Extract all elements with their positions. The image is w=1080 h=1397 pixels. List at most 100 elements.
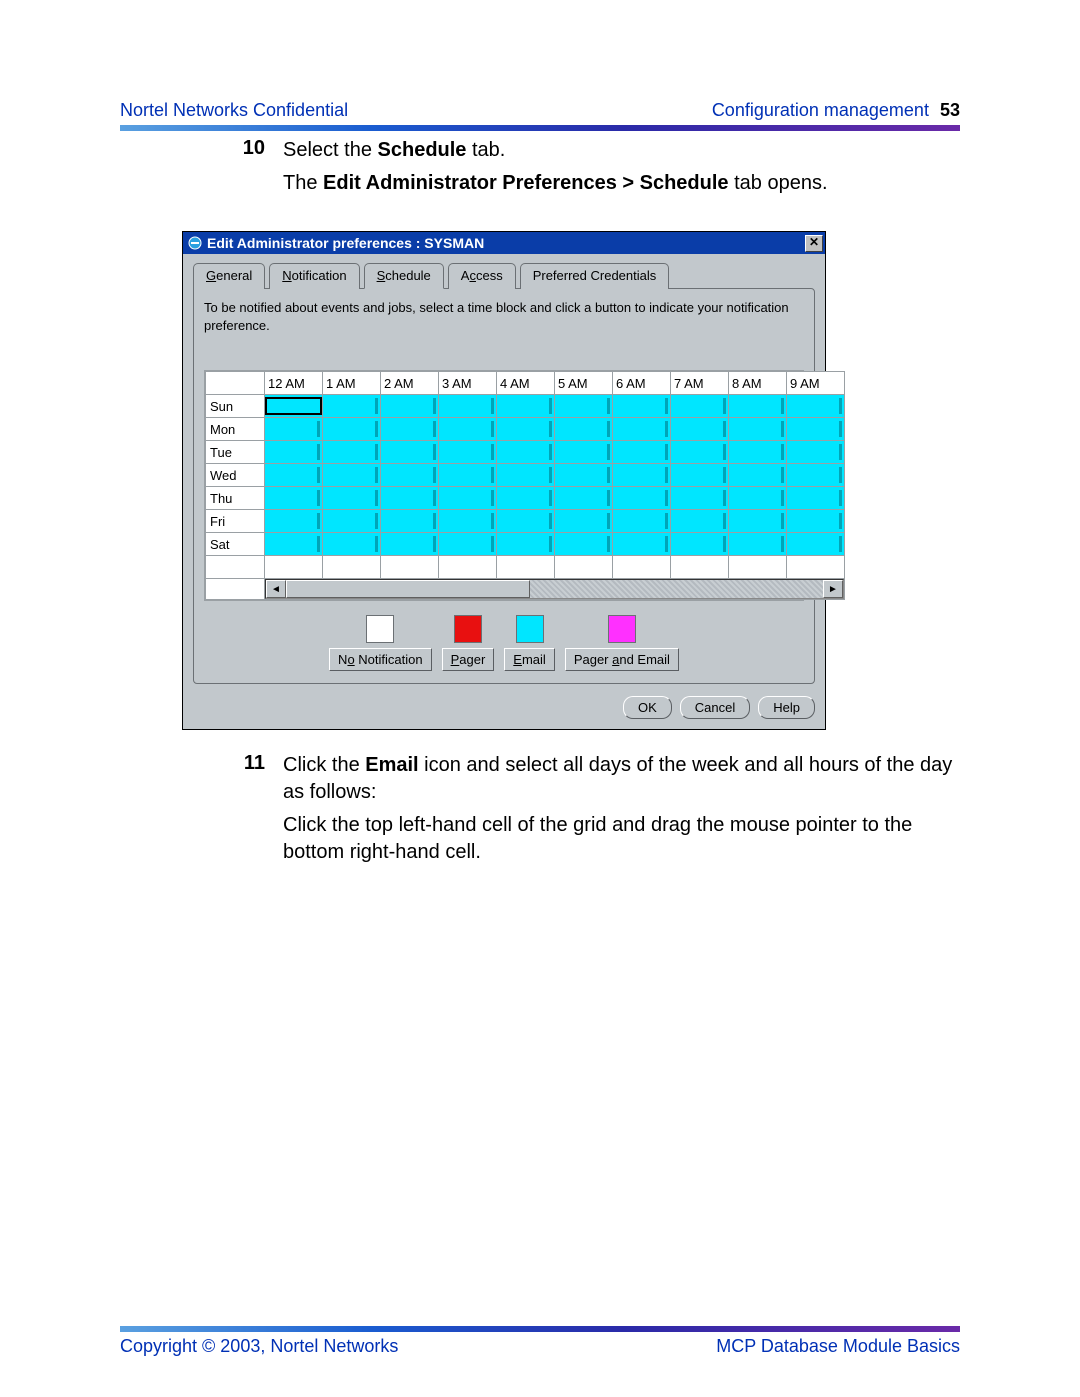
schedule-cell[interactable]	[323, 395, 381, 418]
legend-pager-and-email[interactable]: Pager and Email	[565, 615, 679, 671]
schedule-cell[interactable]	[381, 418, 439, 441]
schedule-cell[interactable]	[497, 418, 555, 441]
schedule-cell[interactable]	[729, 510, 787, 533]
schedule-cell[interactable]	[555, 395, 613, 418]
hour-header: 6 AM	[613, 372, 671, 395]
schedule-cell[interactable]	[729, 464, 787, 487]
close-button[interactable]: ✕	[805, 235, 823, 252]
schedule-cell[interactable]	[439, 510, 497, 533]
swatch-email	[516, 615, 544, 643]
page-footer: Copyright © 2003, Nortel Networks MCP Da…	[120, 1326, 960, 1357]
step-10: 10 Select the Schedule tab. The Edit Adm…	[215, 137, 960, 203]
schedule-cell[interactable]	[613, 464, 671, 487]
schedule-cell[interactable]	[497, 464, 555, 487]
schedule-cell[interactable]	[729, 418, 787, 441]
schedule-cell[interactable]	[555, 487, 613, 510]
tab-access[interactable]: Access	[448, 263, 516, 289]
schedule-cell[interactable]	[671, 441, 729, 464]
schedule-cell[interactable]	[555, 533, 613, 556]
schedule-cell[interactable]	[265, 395, 323, 418]
schedule-cell[interactable]	[729, 395, 787, 418]
schedule-cell[interactable]	[787, 464, 845, 487]
schedule-cell[interactable]	[439, 487, 497, 510]
schedule-cell[interactable]	[613, 395, 671, 418]
tab-general[interactable]: General	[193, 263, 265, 289]
scroll-left-button[interactable]: ◄	[266, 580, 286, 598]
schedule-cell[interactable]	[787, 533, 845, 556]
schedule-cell[interactable]	[671, 418, 729, 441]
hour-header: 3 AM	[439, 372, 497, 395]
schedule-cell[interactable]	[671, 487, 729, 510]
legend-email[interactable]: Email	[504, 615, 555, 671]
schedule-cell[interactable]	[497, 395, 555, 418]
scroll-thumb[interactable]	[286, 580, 530, 598]
schedule-cell[interactable]	[555, 464, 613, 487]
schedule-cell[interactable]	[787, 395, 845, 418]
schedule-cell[interactable]	[613, 441, 671, 464]
schedule-cell[interactable]	[265, 464, 323, 487]
schedule-cell[interactable]	[323, 441, 381, 464]
schedule-cell[interactable]	[613, 418, 671, 441]
schedule-cell[interactable]	[265, 510, 323, 533]
schedule-cell[interactable]	[729, 441, 787, 464]
schedule-cell[interactable]	[787, 441, 845, 464]
legend-pager[interactable]: Pager	[442, 615, 495, 671]
schedule-cell[interactable]	[497, 441, 555, 464]
schedule-cell[interactable]	[555, 510, 613, 533]
schedule-cell[interactable]	[323, 533, 381, 556]
schedule-cell[interactable]	[323, 510, 381, 533]
schedule-cell[interactable]	[555, 441, 613, 464]
schedule-cell[interactable]	[439, 441, 497, 464]
ok-button[interactable]: OK	[623, 696, 672, 719]
schedule-cell[interactable]	[323, 464, 381, 487]
hour-header: 7 AM	[671, 372, 729, 395]
schedule-cell[interactable]	[497, 487, 555, 510]
schedule-cell[interactable]	[787, 418, 845, 441]
page-number: 53	[940, 100, 960, 120]
legend-no-notification[interactable]: No Notification	[329, 615, 432, 671]
schedule-cell[interactable]	[323, 487, 381, 510]
schedule-cell[interactable]	[497, 510, 555, 533]
schedule-cell[interactable]	[381, 487, 439, 510]
schedule-cell[interactable]	[381, 441, 439, 464]
schedule-cell[interactable]	[497, 533, 555, 556]
schedule-cell[interactable]	[787, 510, 845, 533]
tab-preferred-credentials[interactable]: Preferred Credentials	[520, 263, 670, 289]
schedule-cell[interactable]	[729, 487, 787, 510]
schedule-cell[interactable]	[323, 418, 381, 441]
schedule-cell[interactable]	[671, 395, 729, 418]
cancel-button[interactable]: Cancel	[680, 696, 750, 719]
hour-header: 9 AM	[787, 372, 845, 395]
schedule-cell[interactable]	[265, 418, 323, 441]
hscrollbar-cell: ◄►	[265, 579, 845, 600]
schedule-cell[interactable]	[439, 395, 497, 418]
schedule-cell[interactable]	[613, 510, 671, 533]
schedule-cell[interactable]	[613, 487, 671, 510]
help-button[interactable]: Help	[758, 696, 815, 719]
schedule-cell[interactable]	[671, 464, 729, 487]
schedule-cell[interactable]	[729, 533, 787, 556]
schedule-cell[interactable]	[265, 533, 323, 556]
schedule-cell[interactable]	[439, 418, 497, 441]
tab-schedule[interactable]: Schedule	[364, 263, 444, 289]
schedule-cell[interactable]	[671, 533, 729, 556]
hscrollbar[interactable]: ◄►	[265, 579, 844, 599]
schedule-cell[interactable]	[381, 510, 439, 533]
scroll-track[interactable]	[286, 580, 823, 598]
schedule-cell[interactable]	[787, 487, 845, 510]
schedule-cell[interactable]	[265, 441, 323, 464]
tab-notification[interactable]: Notification	[269, 263, 359, 289]
step-number: 10	[215, 137, 283, 203]
schedule-cell[interactable]	[381, 464, 439, 487]
scroll-right-button[interactable]: ►	[823, 580, 843, 598]
schedule-cell[interactable]	[671, 510, 729, 533]
schedule-cell[interactable]	[613, 533, 671, 556]
schedule-cell[interactable]	[555, 418, 613, 441]
schedule-cell[interactable]	[439, 533, 497, 556]
schedule-cell[interactable]	[265, 487, 323, 510]
empty-cell	[671, 556, 729, 579]
step-body: Select the Schedule tab. The Edit Admini…	[283, 137, 828, 203]
schedule-cell[interactable]	[439, 464, 497, 487]
schedule-cell[interactable]	[381, 533, 439, 556]
schedule-cell[interactable]	[381, 395, 439, 418]
